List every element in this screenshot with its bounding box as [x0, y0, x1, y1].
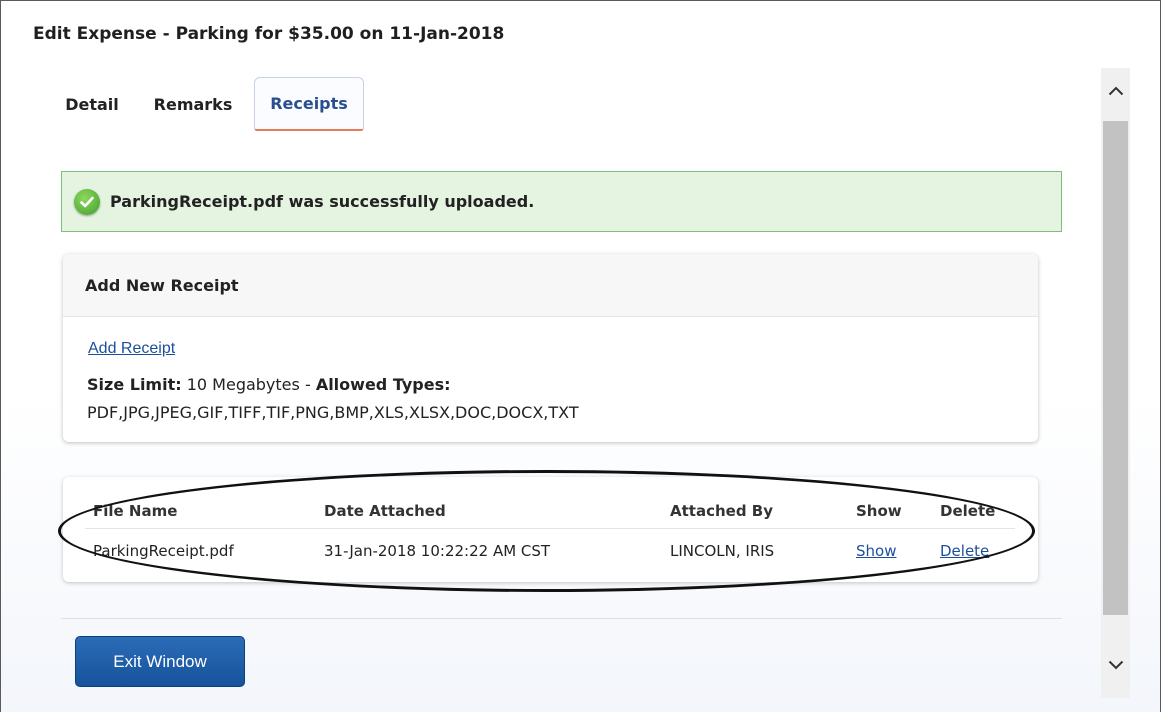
success-alert: ParkingReceipt.pdf was successfully uplo…: [61, 171, 1062, 232]
add-receipt-link[interactable]: Add Receipt: [88, 340, 175, 358]
scrollbar-thumb[interactable]: [1103, 121, 1128, 615]
window-title: Edit Expense - Parking for $35.00 on 11-…: [33, 24, 505, 44]
size-limit-value: 10 Megabytes: [186, 375, 300, 394]
column-header-delete: Delete: [940, 502, 996, 520]
size-limit-line: Size Limit: 10 Megabytes - Allowed Types…: [87, 375, 450, 394]
column-header-date-attached: Date Attached: [324, 502, 446, 520]
footer-divider: [61, 618, 1062, 619]
tab-receipts[interactable]: Receipts: [254, 77, 364, 131]
chevron-down-icon[interactable]: [1101, 645, 1130, 685]
tab-remarks[interactable]: Remarks: [141, 77, 245, 131]
chevron-up-icon[interactable]: [1101, 71, 1130, 111]
add-new-receipt-panel: Add New Receipt Add Receipt Size Limit: …: [63, 254, 1038, 442]
table-divider: [85, 528, 1015, 529]
allowed-types-value: PDF,JPG,JPEG,GIF,TIFF,TIF,PNG,BMP,XLS,XL…: [87, 403, 579, 422]
column-header-show: Show: [856, 502, 902, 520]
tab-detail[interactable]: Detail: [53, 77, 131, 131]
allowed-types-label: Allowed Types:: [315, 375, 451, 394]
edit-expense-window: Edit Expense - Parking for $35.00 on 11-…: [0, 0, 1161, 712]
show-receipt-link[interactable]: Show: [856, 542, 896, 560]
size-types-separator: -: [299, 375, 316, 394]
alert-message: ParkingReceipt.pdf was successfully uplo…: [110, 192, 535, 211]
cell-date-attached: 31-Jan-2018 10:22:22 AM CST: [324, 542, 551, 560]
check-circle-icon: [74, 188, 100, 215]
panel-title: Add New Receipt: [85, 275, 239, 295]
cell-file-name: ParkingReceipt.pdf: [93, 542, 234, 560]
size-limit-label: Size Limit:: [87, 375, 182, 394]
delete-receipt-link[interactable]: Delete: [940, 542, 989, 560]
column-header-attached-by: Attached By: [670, 502, 773, 520]
panel-header: Add New Receipt: [63, 254, 1038, 317]
column-header-file-name: File Name: [93, 502, 178, 520]
cell-attached-by: LINCOLN, IRIS: [670, 542, 775, 560]
exit-window-button[interactable]: Exit Window: [75, 636, 245, 687]
receipts-table: File Name Date Attached Attached By Show…: [63, 477, 1038, 582]
